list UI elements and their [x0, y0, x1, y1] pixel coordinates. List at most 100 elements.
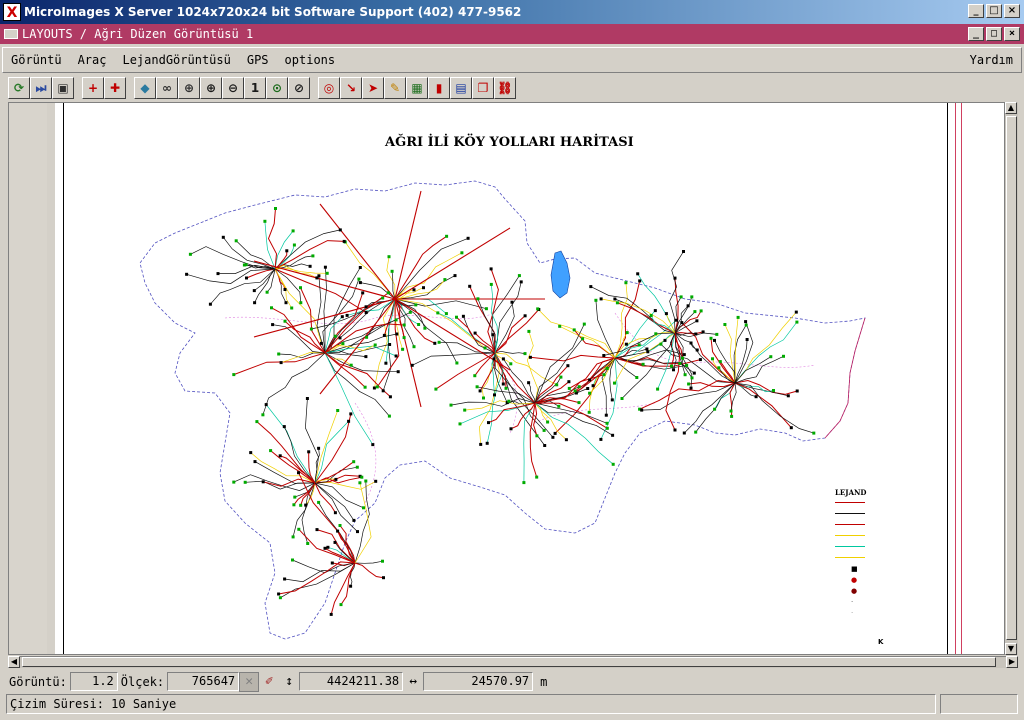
- skip-icon: ⏭: [35, 81, 47, 95]
- village-marker: [535, 434, 539, 438]
- road-segment: [595, 300, 616, 359]
- village-marker: [689, 386, 693, 390]
- toolbar-button-histogram[interactable]: ▦: [406, 77, 428, 99]
- toolbar-button-pointer[interactable]: ➤: [362, 77, 384, 99]
- horizontal-scrollbar[interactable]: ◀ ▶: [8, 656, 1018, 668]
- menu-view[interactable]: Görüntü: [3, 48, 70, 72]
- village-marker: [476, 297, 480, 301]
- coordinate-tool-icon[interactable]: ✐: [259, 672, 279, 692]
- toolbar-button-bar-chart[interactable]: ▮: [428, 77, 450, 99]
- village-marker: [361, 291, 365, 295]
- road-segment: [265, 404, 316, 484]
- road-segment: [590, 286, 676, 334]
- zoom-box-icon: ⊘: [293, 81, 305, 95]
- toolbar-button-zoom-tool[interactable]: ◎: [318, 77, 340, 99]
- legend-symbol-icon: ●: [851, 575, 858, 584]
- layout-canvas[interactable]: AĞRI İLİ KÖY YOLLARI HARİTASI LEJAND ■ ● ●…: [8, 102, 1005, 655]
- cross-icon[interactable]: ✕: [239, 671, 260, 692]
- maximize-button[interactable]: □: [986, 4, 1002, 18]
- scroll-left-icon[interactable]: ◀: [8, 656, 20, 668]
- village-marker: [715, 332, 719, 336]
- minimize-button[interactable]: _: [968, 4, 984, 18]
- village-marker: [216, 272, 220, 276]
- horizontal-scroll-thumb[interactable]: [22, 657, 996, 667]
- window-titlebar[interactable]: X MicroImages X Server 1024x720x24 bit S…: [0, 0, 1024, 24]
- north-coordinate-field[interactable]: 4424211.38: [299, 672, 404, 691]
- toolbar-button-layers[interactable]: ▤: [450, 77, 472, 99]
- close-button[interactable]: ×: [1004, 4, 1020, 18]
- village-marker: [695, 319, 699, 323]
- menu-gps[interactable]: GPS: [239, 48, 277, 72]
- village-marker: [687, 382, 691, 386]
- view-field[interactable]: 1.2: [69, 672, 118, 691]
- village-marker: [278, 596, 282, 600]
- village-marker: [396, 370, 400, 374]
- village-marker: [509, 427, 513, 431]
- road-segment: [529, 402, 538, 478]
- toolbar-button-zoom-out[interactable]: ⊖: [222, 77, 244, 99]
- village-marker: [572, 328, 576, 332]
- village-marker: [304, 503, 308, 507]
- village-marker: [624, 342, 628, 346]
- toolbar-button-measure[interactable]: ✎: [384, 77, 406, 99]
- toolbar-button-zoom-region[interactable]: ⊕: [178, 77, 200, 99]
- village-marker: [374, 479, 378, 483]
- road-segment: [714, 340, 736, 384]
- scroll-down-icon[interactable]: ▼: [1005, 643, 1017, 655]
- layout-close-button[interactable]: ×: [1004, 27, 1020, 41]
- redraw-icon: ⟳: [13, 81, 25, 95]
- toolbar-button-zoom-box[interactable]: ⊘: [288, 77, 310, 99]
- vertical-scroll-thumb[interactable]: [1006, 116, 1017, 640]
- toolbar-button-remove-layer[interactable]: ✚: [104, 77, 126, 99]
- status-row: Görüntü: 1.2 Ölçek: 765647 ✕ ✐ ↕ 4424211…: [6, 671, 550, 692]
- toolbar-button-diamond[interactable]: ◆: [134, 77, 156, 99]
- village-marker: [349, 584, 353, 588]
- window-menu-icon[interactable]: [4, 29, 18, 39]
- village-marker: [686, 304, 690, 308]
- menu-help[interactable]: Yardım: [962, 48, 1021, 72]
- road-segment: [559, 325, 616, 359]
- village-marker: [291, 558, 294, 562]
- village-marker: [412, 345, 416, 349]
- menu-legend-view[interactable]: LejandGörüntüsü: [114, 48, 238, 72]
- toolbar-button-binoculars[interactable]: ∞: [156, 77, 178, 99]
- menu-options[interactable]: options: [277, 48, 344, 72]
- village-marker: [271, 323, 275, 327]
- east-coordinate-field[interactable]: 24570.97: [423, 672, 534, 691]
- toolbar-button-link[interactable]: ⛓: [494, 77, 516, 99]
- toolbar-button-add-layer[interactable]: +: [82, 77, 104, 99]
- village-marker: [458, 422, 462, 426]
- village-marker: [589, 285, 593, 289]
- menu-tools[interactable]: Araç: [70, 48, 115, 72]
- toolbar-button-select-arrow[interactable]: ↘: [340, 77, 362, 99]
- layout-minimize-button[interactable]: _: [968, 27, 984, 41]
- vertical-scrollbar[interactable]: ▲ ▼: [1004, 102, 1018, 655]
- village-marker: [360, 475, 364, 479]
- village-marker: [522, 481, 526, 485]
- layout-maximize-button[interactable]: □: [986, 27, 1002, 41]
- toolbar-button-zoom-in[interactable]: ⊕: [200, 77, 222, 99]
- village-marker: [673, 276, 677, 280]
- toolbar-button-zoom-full[interactable]: ⊙: [266, 77, 288, 99]
- toolbar-button-copy[interactable]: ❐: [472, 77, 494, 99]
- village-marker: [293, 495, 297, 499]
- toolbar-button-frame[interactable]: ▣: [52, 77, 74, 99]
- scroll-right-icon[interactable]: ▶: [1006, 656, 1018, 668]
- road-segment: [324, 352, 366, 388]
- toolbar-button-zoom-1x[interactable]: 1: [244, 77, 266, 99]
- zoom-tool-icon: ◎: [323, 81, 335, 95]
- scale-field[interactable]: 765647: [167, 672, 240, 691]
- village-marker: [535, 475, 539, 479]
- toolbar-button-redraw[interactable]: ⟳: [8, 77, 30, 99]
- binoculars-icon: ∞: [162, 81, 172, 95]
- road-segment: [734, 321, 798, 384]
- village-marker: [588, 391, 592, 395]
- scroll-up-icon[interactable]: ▲: [1005, 102, 1017, 114]
- village-marker: [395, 332, 399, 336]
- village-marker: [412, 288, 416, 292]
- toolbar-button-skip[interactable]: ⏭: [30, 77, 52, 99]
- village-marker: [453, 274, 457, 278]
- layout-window-titlebar[interactable]: LAYOUTS / Ağri Düzen Görüntüsü 1 _ □ ×: [0, 24, 1024, 44]
- village-marker: [364, 311, 368, 314]
- village-marker: [507, 399, 511, 403]
